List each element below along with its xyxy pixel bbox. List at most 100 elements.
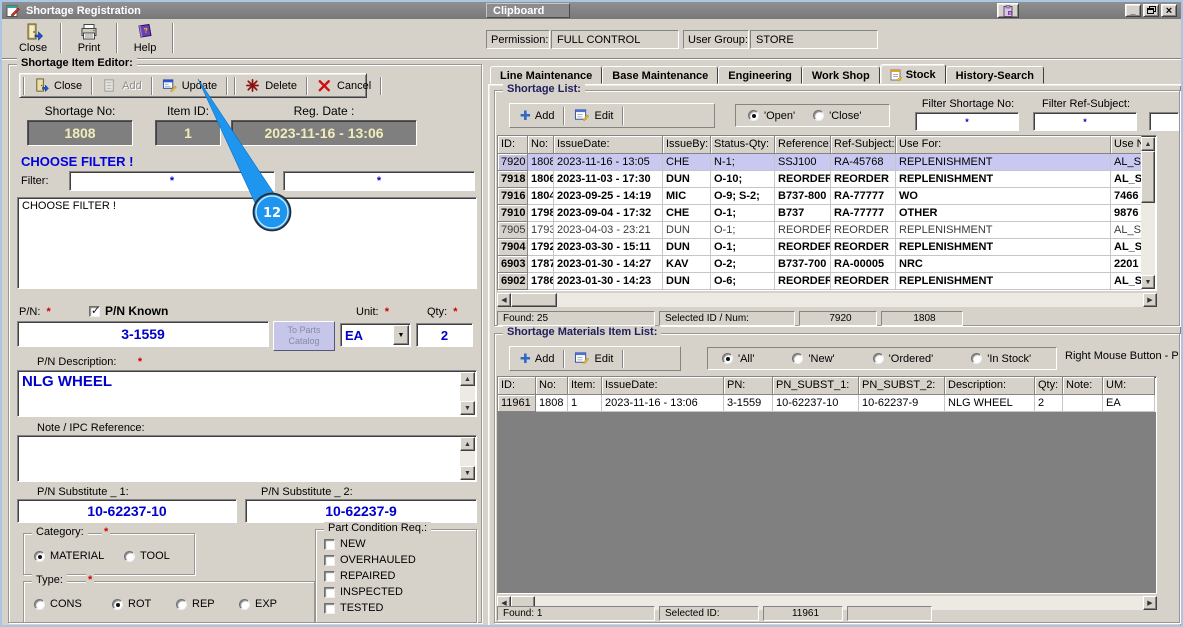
- table-cell[interactable]: 1804: [528, 188, 554, 205]
- table-cell[interactable]: KAV: [663, 256, 711, 273]
- table-cell[interactable]: REORDER: [831, 239, 896, 256]
- table-cell[interactable]: 2: [1035, 395, 1063, 412]
- table-cell[interactable]: NRC: [896, 256, 1111, 273]
- radio-tool[interactable]: TOOL: [124, 550, 170, 562]
- table-row[interactable]: 7916 1804 2023-09-25 - 14:19 MIC O-9; S-2; B7…: [498, 188, 1142, 205]
- combo-dropdown-icon[interactable]: ▼: [393, 325, 409, 345]
- column-header[interactable]: PN:: [724, 377, 773, 395]
- materials-add-button[interactable]: ✚ Add: [514, 349, 560, 369]
- editor-close-button[interactable]: Close: [28, 76, 88, 96]
- filter-input-2[interactable]: *: [283, 171, 475, 191]
- help-button[interactable]: ? Help: [122, 22, 168, 55]
- checkbox-new[interactable]: NEW: [324, 538, 366, 550]
- table-cell[interactable]: MIC: [663, 188, 711, 205]
- column-header[interactable]: No:: [528, 136, 554, 154]
- table-cell[interactable]: 6902: [498, 273, 528, 290]
- editor-update-button[interactable]: Update: [156, 76, 223, 96]
- clipboard-panel-caption[interactable]: Clipboard: [486, 3, 570, 18]
- table-cell[interactable]: SSJ100: [775, 154, 831, 171]
- close-app-button[interactable]: Close: [10, 22, 56, 55]
- table-cell[interactable]: 2023-11-03 - 17:30: [554, 171, 663, 188]
- table-cell[interactable]: REORDER: [831, 222, 896, 239]
- table-cell[interactable]: O-1;: [711, 222, 775, 239]
- table-cell[interactable]: 7918: [498, 171, 528, 188]
- editor-cancel-button[interactable]: Cancel: [311, 76, 377, 96]
- textarea-scrollbar[interactable]: ▲ ▼: [460, 437, 475, 480]
- column-header[interactable]: PN_SUBST_2:: [859, 377, 945, 395]
- table-row[interactable]: 7905 1793 2023-04-03 - 23:21 DUN O-1; REORDER…: [498, 222, 1142, 239]
- clipboard-icon[interactable]: s: [997, 3, 1019, 18]
- table-cell[interactable]: 2023-11-16 - 13:06: [602, 395, 724, 412]
- radio-in-stock[interactable]: 'In Stock': [971, 353, 1031, 365]
- column-header[interactable]: IssueDate:: [602, 377, 724, 395]
- table-cell[interactable]: 10-62237-10: [773, 395, 859, 412]
- table-cell[interactable]: REPLENISHMENT: [896, 222, 1111, 239]
- table-cell[interactable]: WO: [896, 188, 1111, 205]
- table-cell[interactable]: REORDER: [831, 273, 896, 290]
- table-cell[interactable]: 1: [568, 395, 602, 412]
- tab-stock[interactable]: Stock: [879, 64, 946, 84]
- pn-substitute1-input[interactable]: 10-62237-10: [17, 499, 237, 523]
- table-cell[interactable]: CHE: [663, 154, 711, 171]
- table-cell[interactable]: REORDER: [775, 239, 831, 256]
- table-cell[interactable]: 1793: [528, 222, 554, 239]
- column-header[interactable]: ID:: [498, 377, 536, 395]
- table-cell[interactable]: REORDER: [775, 222, 831, 239]
- table-cell[interactable]: 7905: [498, 222, 528, 239]
- table-cell[interactable]: NLG WHEEL: [945, 395, 1035, 412]
- title-bar[interactable]: Shortage Registration Clipboard s _ ×: [2, 2, 1181, 19]
- shortage-vertical-scrollbar[interactable]: ▲ ▼: [1141, 137, 1155, 289]
- checkbox-inspected[interactable]: INSPECTED: [324, 586, 403, 598]
- close-window-button[interactable]: ×: [1161, 4, 1177, 17]
- scroll-right-icon[interactable]: ▶: [1143, 596, 1157, 610]
- table-cell[interactable]: O-1;: [711, 205, 775, 222]
- table-cell[interactable]: AL_S: [1111, 154, 1142, 171]
- qty-input[interactable]: 2: [416, 323, 473, 347]
- table-row[interactable]: 7904 1792 2023-03-30 - 15:11 DUN O-1; REORDER…: [498, 239, 1142, 256]
- table-cell[interactable]: 2023-04-03 - 23:21: [554, 222, 663, 239]
- table-cell[interactable]: B737: [775, 205, 831, 222]
- table-cell[interactable]: 1792: [528, 239, 554, 256]
- table-cell[interactable]: 7920: [498, 154, 528, 171]
- filter-ref-subject-input[interactable]: *: [1033, 112, 1137, 131]
- editor-delete-button[interactable]: Delete: [239, 76, 303, 96]
- shortage-add-button[interactable]: ✚ Add: [514, 106, 560, 126]
- table-cell[interactable]: 6903: [498, 256, 528, 273]
- table-cell[interactable]: 1787: [528, 256, 554, 273]
- column-header[interactable]: IssueBy:: [663, 136, 711, 154]
- scroll-down-icon[interactable]: ▼: [460, 401, 475, 415]
- table-cell[interactable]: RA-00005: [831, 256, 896, 273]
- textarea-scrollbar[interactable]: ▲ ▼: [460, 372, 475, 415]
- column-header[interactable]: Use N: [1111, 136, 1142, 154]
- radio-material[interactable]: MATERIAL: [34, 550, 104, 562]
- radio-open[interactable]: 'Open': [748, 110, 795, 122]
- to-parts-catalog-button[interactable]: To Parts Catalog: [273, 321, 335, 351]
- scroll-up-icon[interactable]: ▲: [1141, 137, 1155, 151]
- scroll-up-icon[interactable]: ▲: [460, 372, 475, 386]
- column-header[interactable]: Use For:: [896, 136, 1111, 154]
- table-cell[interactable]: 2023-11-16 - 13:05: [554, 154, 663, 171]
- table-cell[interactable]: DUN: [663, 171, 711, 188]
- radio-close[interactable]: 'Close': [813, 110, 861, 122]
- editor-add-button[interactable]: Add: [96, 76, 148, 96]
- table-cell[interactable]: 2023-01-30 - 14:23: [554, 273, 663, 290]
- pn-description-textarea[interactable]: NLG WHEEL ▲ ▼: [17, 370, 477, 417]
- table-cell[interactable]: 2023-09-04 - 17:32: [554, 205, 663, 222]
- table-cell[interactable]: B737-700: [775, 256, 831, 273]
- table-cell[interactable]: AL_S: [1111, 171, 1142, 188]
- shortage-horizontal-scrollbar[interactable]: ◀ ▶: [497, 293, 1157, 307]
- table-cell[interactable]: REORDER: [775, 171, 831, 188]
- table-cell[interactable]: 7904: [498, 239, 528, 256]
- table-cell[interactable]: AL_S: [1111, 222, 1142, 239]
- table-cell[interactable]: AL_S: [1111, 273, 1142, 290]
- table-row[interactable]: 6903 1787 2023-01-30 - 14:27 KAV O-2; B737-70…: [498, 256, 1142, 273]
- tab-engineering[interactable]: Engineering: [718, 66, 802, 84]
- table-cell[interactable]: 1786: [528, 273, 554, 290]
- filter-extra-input[interactable]: [1149, 112, 1179, 131]
- tab-base-maintenance[interactable]: Base Maintenance: [602, 66, 719, 84]
- scroll-right-icon[interactable]: ▶: [1143, 293, 1157, 307]
- table-cell[interactable]: REPLENISHMENT: [896, 239, 1111, 256]
- column-header[interactable]: Item:: [568, 377, 602, 395]
- table-cell[interactable]: DUN: [663, 222, 711, 239]
- table-cell[interactable]: 1808: [536, 395, 568, 412]
